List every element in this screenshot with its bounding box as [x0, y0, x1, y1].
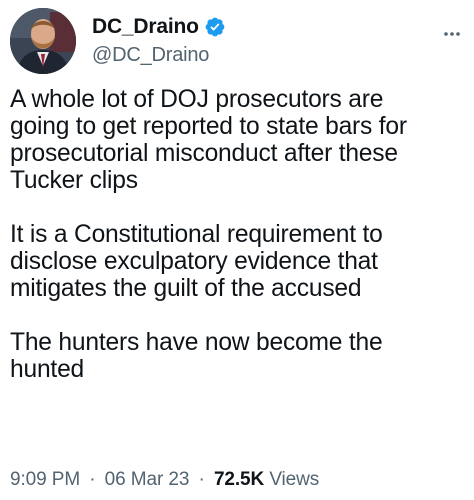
tweet-line: hunted: [10, 356, 85, 383]
tweet-time[interactable]: 9:09 PM: [10, 469, 80, 490]
tweet-meta: 9:09 PM · 06 Mar 23 · 72.5K Views: [10, 469, 319, 491]
meta-separator: ·: [89, 469, 96, 490]
tweet-text: A whole lot of DOJ prosecutors are going…: [10, 86, 470, 383]
tweet-line: The hunters have now become the: [10, 329, 383, 356]
meta-separator: ·: [198, 469, 205, 490]
tweet-line: mitigates the guilt of the accused: [10, 275, 362, 302]
display-name[interactable]: DC_Draino: [92, 15, 199, 39]
name-row: DC_Draino: [92, 14, 226, 40]
tweet-line: disclose exculpatory evidence that: [10, 248, 378, 275]
tweet-card: DC_Draino @DC_Draino A whole lot of DOJ …: [0, 0, 474, 500]
more-options-icon[interactable]: [442, 24, 462, 44]
tweet-header: DC_Draino @DC_Draino: [10, 8, 464, 74]
tweet-paragraph: The hunters have now become the hunted: [10, 329, 470, 383]
tweet-date[interactable]: 06 Mar 23: [105, 469, 190, 490]
tweet-line: Tucker clips: [10, 167, 138, 194]
tweet-line: A whole lot of DOJ prosecutors are: [10, 86, 384, 113]
tweet-line: prosecutorial misconduct after these: [10, 140, 398, 167]
verified-badge-icon[interactable]: [204, 16, 226, 38]
avatar-image: [10, 8, 76, 74]
tweet-paragraph: It is a Constitutional requirement to di…: [10, 221, 470, 302]
tweet-paragraph: A whole lot of DOJ prosecutors are going…: [10, 86, 470, 194]
views-label: Views: [269, 469, 320, 490]
author-info: DC_Draino @DC_Draino: [92, 14, 226, 67]
views-count[interactable]: 72.5K: [214, 469, 264, 490]
author-handle[interactable]: @DC_Draino: [92, 44, 226, 67]
avatar[interactable]: [10, 8, 76, 74]
tweet-line: It is a Constitutional requirement to: [10, 221, 383, 248]
tweet-line: going to get reported to state bars for: [10, 113, 407, 140]
